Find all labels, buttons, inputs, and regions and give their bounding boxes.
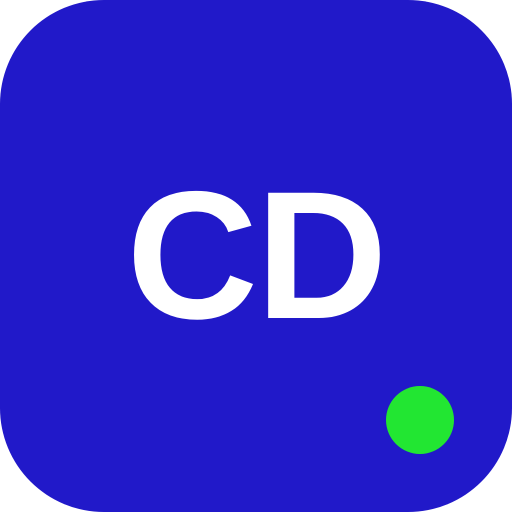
avatar-initials: CD (126, 153, 388, 357)
avatar[interactable]: CD (0, 0, 512, 512)
online-status-icon (386, 386, 454, 454)
